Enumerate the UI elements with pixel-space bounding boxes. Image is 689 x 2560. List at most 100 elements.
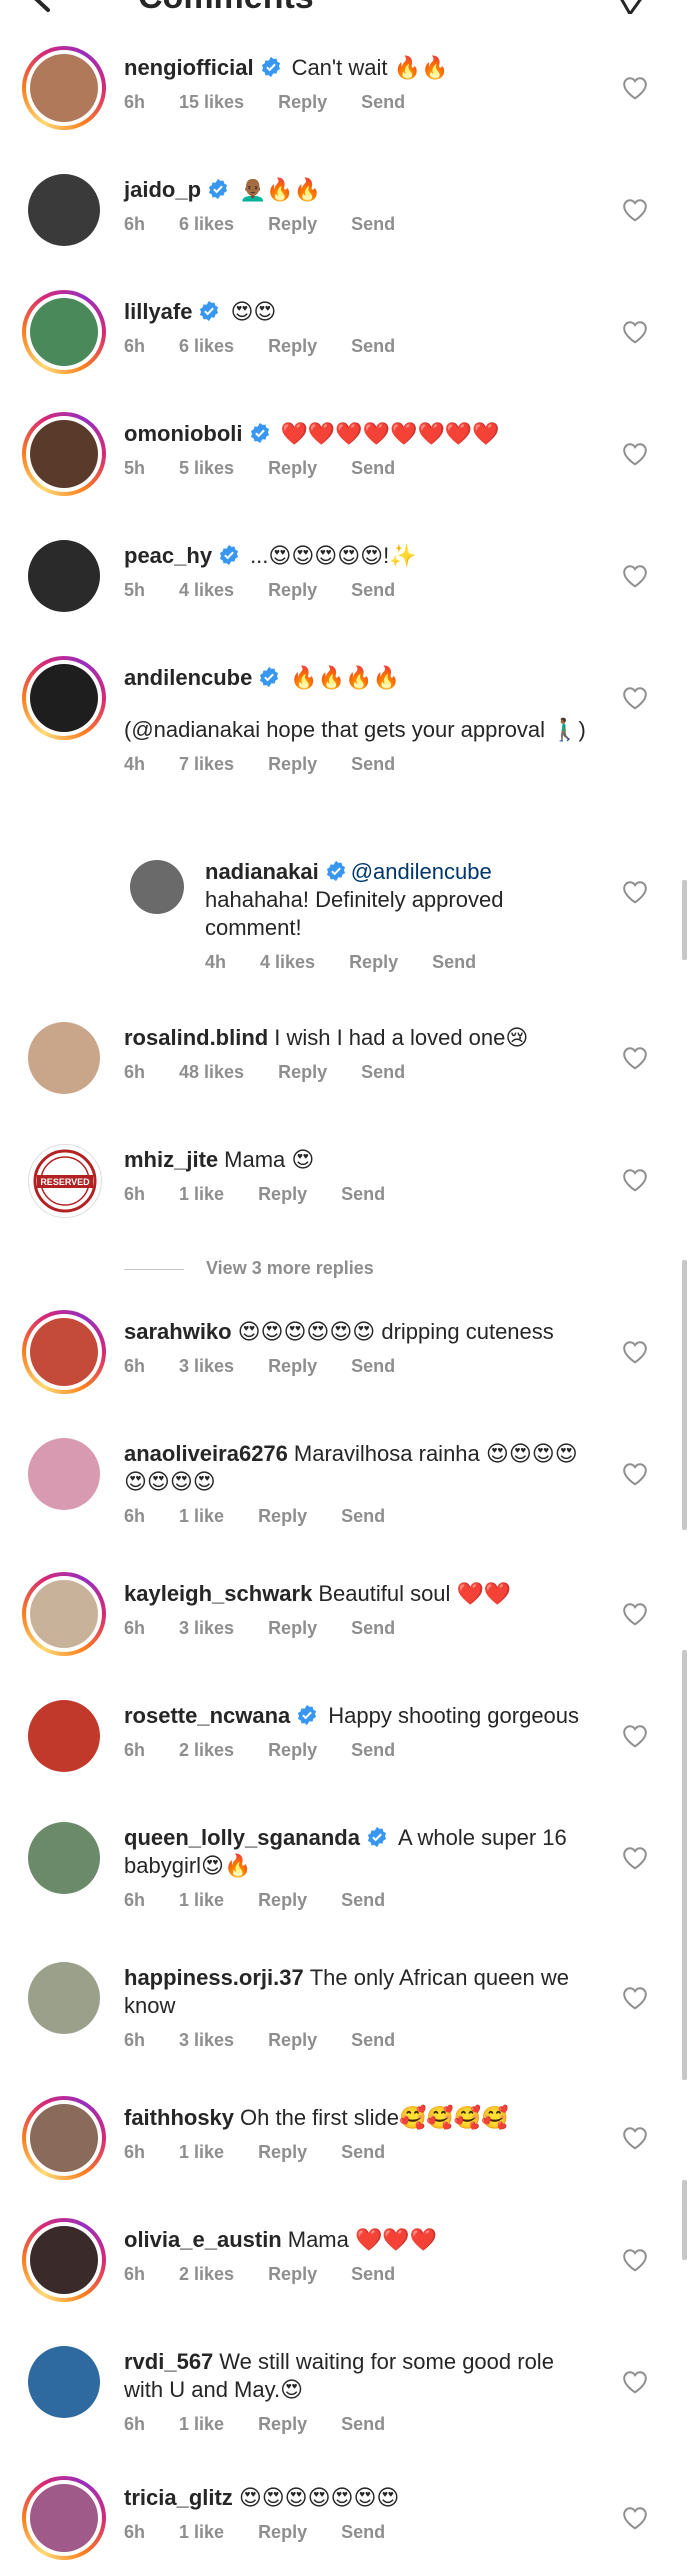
reply-button[interactable]: Reply bbox=[268, 754, 317, 774]
username[interactable]: lillyafe bbox=[124, 299, 192, 324]
heart-icon[interactable] bbox=[622, 1846, 648, 1870]
reply-button[interactable]: Reply bbox=[258, 2142, 307, 2162]
username[interactable]: sarahwiko bbox=[124, 1319, 232, 1344]
likes-count[interactable]: 6 likes bbox=[179, 214, 234, 234]
avatar[interactable] bbox=[22, 1310, 106, 1394]
avatar[interactable] bbox=[22, 2218, 106, 2302]
reply-button[interactable]: Reply bbox=[258, 2414, 307, 2434]
avatar[interactable] bbox=[22, 412, 106, 496]
send-button[interactable]: Send bbox=[341, 2522, 385, 2542]
reply-button[interactable]: Reply bbox=[349, 952, 398, 972]
avatar[interactable] bbox=[22, 1694, 106, 1778]
likes-count[interactable]: 3 likes bbox=[179, 2030, 234, 2050]
scrollbar[interactable] bbox=[682, 2180, 687, 2260]
avatar[interactable] bbox=[22, 1016, 106, 1100]
username[interactable]: tricia_glitz bbox=[124, 2485, 233, 2510]
reply-button[interactable]: Reply bbox=[268, 458, 317, 478]
send-button[interactable]: Send bbox=[351, 1618, 395, 1638]
reply-button[interactable]: Reply bbox=[258, 1506, 307, 1526]
avatar[interactable] bbox=[22, 1816, 106, 1900]
send-button[interactable]: Send bbox=[341, 2142, 385, 2162]
heart-icon[interactable] bbox=[622, 1602, 648, 1626]
send-button[interactable]: Send bbox=[351, 1740, 395, 1760]
username[interactable]: peac_hy bbox=[124, 543, 212, 568]
username[interactable]: andilencube bbox=[124, 665, 252, 690]
avatar[interactable] bbox=[22, 534, 106, 618]
username[interactable]: omonioboli bbox=[124, 421, 243, 446]
send-button[interactable]: Send bbox=[341, 1890, 385, 1910]
send-button[interactable]: Send bbox=[361, 92, 405, 112]
heart-icon[interactable] bbox=[622, 2506, 648, 2530]
likes-count[interactable]: 7 likes bbox=[179, 754, 234, 774]
scrollbar[interactable] bbox=[682, 880, 687, 960]
likes-count[interactable]: 2 likes bbox=[179, 2264, 234, 2284]
username[interactable]: kayleigh_schwark bbox=[124, 1581, 312, 1606]
send-button[interactable]: Send bbox=[432, 952, 476, 972]
heart-icon[interactable] bbox=[622, 880, 648, 904]
heart-icon[interactable] bbox=[622, 320, 648, 344]
likes-count[interactable]: 1 like bbox=[179, 1890, 224, 1910]
username[interactable]: rosalind.blind bbox=[124, 1025, 268, 1050]
send-button[interactable]: Send bbox=[351, 580, 395, 600]
likes-count[interactable]: 48 likes bbox=[179, 1062, 244, 1082]
heart-icon[interactable] bbox=[622, 2126, 648, 2150]
username[interactable]: mhiz_jite bbox=[124, 1147, 218, 1172]
username[interactable]: rvdi_567 bbox=[124, 2349, 213, 2374]
heart-icon[interactable] bbox=[622, 1046, 648, 1070]
username[interactable]: nadianakai bbox=[205, 859, 319, 884]
avatar[interactable] bbox=[22, 2340, 106, 2424]
likes-count[interactable]: 6 likes bbox=[179, 336, 234, 356]
send-button[interactable]: Send bbox=[351, 214, 395, 234]
avatar[interactable] bbox=[128, 858, 186, 916]
reply-button[interactable]: Reply bbox=[268, 2264, 317, 2284]
send-button[interactable]: Send bbox=[351, 458, 395, 478]
likes-count[interactable]: 2 likes bbox=[179, 1740, 234, 1760]
likes-count[interactable]: 15 likes bbox=[179, 92, 244, 112]
likes-count[interactable]: 1 like bbox=[179, 1184, 224, 1204]
avatar[interactable] bbox=[22, 2096, 106, 2180]
avatar[interactable] bbox=[22, 1432, 106, 1516]
reply-button[interactable]: Reply bbox=[268, 1356, 317, 1376]
username[interactable]: happiness.orji.37 bbox=[124, 1965, 304, 1990]
likes-count[interactable]: 1 like bbox=[179, 2522, 224, 2542]
reply-button[interactable]: Reply bbox=[268, 1740, 317, 1760]
heart-icon[interactable] bbox=[622, 1168, 648, 1192]
heart-icon[interactable] bbox=[622, 76, 648, 100]
reply-button[interactable]: Reply bbox=[268, 2030, 317, 2050]
reply-button[interactable]: Reply bbox=[268, 1618, 317, 1638]
view-more-replies-button[interactable]: View 3 more replies bbox=[124, 1258, 374, 1279]
heart-icon[interactable] bbox=[622, 1724, 648, 1748]
heart-icon[interactable] bbox=[622, 198, 648, 222]
likes-count[interactable]: 4 likes bbox=[260, 952, 315, 972]
send-button[interactable]: Send bbox=[351, 754, 395, 774]
reply-button[interactable]: Reply bbox=[258, 2522, 307, 2542]
send-button[interactable]: Send bbox=[351, 2030, 395, 2050]
likes-count[interactable]: 1 like bbox=[179, 1506, 224, 1526]
avatar[interactable] bbox=[22, 1956, 106, 2040]
likes-count[interactable]: 5 likes bbox=[179, 458, 234, 478]
heart-icon[interactable] bbox=[622, 1462, 648, 1486]
mention-link[interactable]: @andilencube bbox=[351, 859, 492, 884]
heart-icon[interactable] bbox=[622, 442, 648, 466]
username[interactable]: faithhosky bbox=[124, 2105, 234, 2130]
send-button[interactable]: Send bbox=[351, 2264, 395, 2284]
heart-icon[interactable] bbox=[622, 2370, 648, 2394]
reply-button[interactable]: Reply bbox=[258, 1890, 307, 1910]
scrollbar[interactable] bbox=[682, 1260, 687, 1530]
send-button[interactable]: Send bbox=[341, 2414, 385, 2434]
likes-count[interactable]: 3 likes bbox=[179, 1356, 234, 1376]
reply-button[interactable]: Reply bbox=[278, 1062, 327, 1082]
heart-icon[interactable] bbox=[622, 686, 648, 710]
heart-icon[interactable] bbox=[622, 2248, 648, 2272]
avatar[interactable]: RESERVED bbox=[22, 1138, 106, 1222]
username[interactable]: olivia_e_austin bbox=[124, 2227, 282, 2252]
reply-button[interactable]: Reply bbox=[268, 336, 317, 356]
username[interactable]: queen_lolly_sgananda bbox=[124, 1825, 360, 1850]
avatar[interactable] bbox=[22, 168, 106, 252]
send-button[interactable]: Send bbox=[361, 1062, 405, 1082]
reply-button[interactable]: Reply bbox=[268, 214, 317, 234]
avatar[interactable] bbox=[22, 46, 106, 130]
scrollbar[interactable] bbox=[682, 1650, 687, 2080]
reply-button[interactable]: Reply bbox=[268, 580, 317, 600]
send-button[interactable]: Send bbox=[351, 336, 395, 356]
